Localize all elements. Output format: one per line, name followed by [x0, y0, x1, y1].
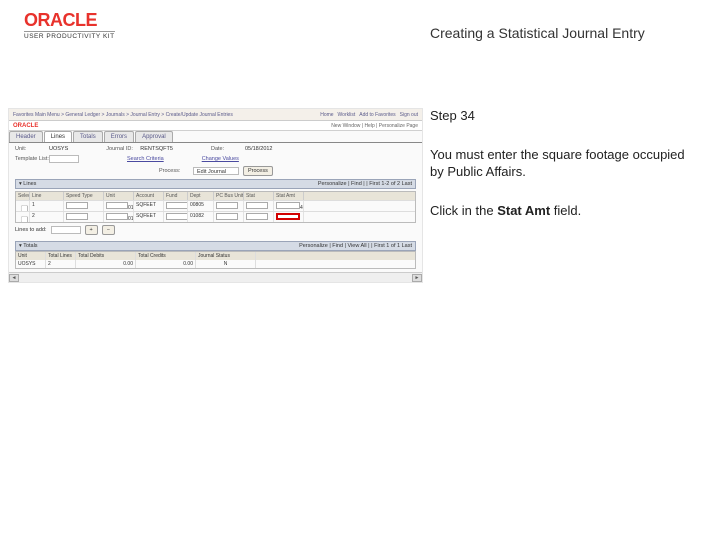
- cell-account: SQFEET: [134, 201, 164, 211]
- lines-title: ▾ Lines: [19, 181, 36, 187]
- tcol-status: Journal Status: [196, 252, 256, 260]
- pcbu-input[interactable]: [216, 202, 238, 209]
- template-input[interactable]: [49, 155, 79, 163]
- tab-bar: Header Lines Totals Errors Approval: [9, 131, 422, 143]
- t-debits: 0.00: [76, 260, 136, 268]
- row-checkbox[interactable]: [21, 216, 28, 222]
- grid-row: 2 01 SQFEET 01082: [16, 211, 415, 222]
- tab-header[interactable]: Header: [9, 131, 43, 142]
- lines-section-header: ▾ Lines Personalize | Find | | First 1-2…: [15, 179, 416, 189]
- col-unit: Unit: [104, 192, 134, 200]
- app-screenshot: Favorites Main Menu > General Ledger > J…: [8, 108, 423, 283]
- totals-pager[interactable]: Personalize | Find | View All | | First …: [299, 243, 412, 249]
- form-area: Unit: UOSYS Journal ID: RENTSQFT5 Date: …: [9, 143, 422, 283]
- template-label: Template List:: [15, 156, 45, 162]
- t-unit: UOSYS: [16, 260, 46, 268]
- search-criteria-link[interactable]: Search Criteria: [127, 156, 164, 162]
- page-title: Creating a Statistical Journal Entry: [430, 25, 645, 41]
- horizontal-scrollbar[interactable]: ◄ ►: [9, 272, 422, 282]
- t-status: N: [196, 260, 256, 268]
- tab-totals[interactable]: Totals: [73, 131, 103, 142]
- col-speedtype: Speed Type: [64, 192, 104, 200]
- breadcrumb: Favorites Main Menu > General Ledger > J…: [13, 112, 233, 118]
- lines-pager[interactable]: Personalize | Find | | First 1-2 of 2 La…: [318, 181, 412, 187]
- pcbu-input[interactable]: [216, 213, 238, 220]
- oracle-subtitle: USER PRODUCTIVITY KIT: [24, 31, 115, 40]
- cell-line: 2: [30, 212, 64, 222]
- cell-dept: 00805: [188, 201, 214, 211]
- instruction-panel: Step 34 You must enter the square footag…: [430, 108, 685, 220]
- tab-approval[interactable]: Approval: [135, 131, 173, 142]
- statamt-input-highlighted[interactable]: [276, 213, 300, 220]
- journal-label: Journal ID:: [106, 146, 136, 152]
- totals-grid: Unit Total Lines Total Debits Total Cred…: [15, 251, 416, 269]
- link-home[interactable]: Home: [320, 112, 333, 118]
- grid-row: 1 01 SQFEET 00805 4,400.00: [16, 200, 415, 211]
- change-values-link[interactable]: Change Values: [202, 156, 239, 162]
- oracle-bar: ORACLE New Window | Help | Personalize P…: [9, 121, 422, 131]
- instruction-action: Click in the Stat Amt field.: [430, 203, 685, 220]
- tab-lines[interactable]: Lines: [44, 131, 72, 142]
- row-checkbox[interactable]: [21, 205, 28, 211]
- stat-input[interactable]: [246, 202, 268, 209]
- col-pcbu: PC Bus Unit: [214, 192, 244, 200]
- totals-section-header: ▾ Totals Personalize | Find | View All |…: [15, 241, 416, 251]
- link-add-favorites[interactable]: Add to Favorites: [359, 112, 395, 118]
- cell-dept: 01082: [188, 212, 214, 222]
- col-select: Select: [16, 192, 30, 200]
- col-stat: Stat: [244, 192, 274, 200]
- unit-input[interactable]: [106, 202, 128, 209]
- speedtype-input[interactable]: [66, 213, 88, 220]
- instruction-text: You must enter the square footage occupi…: [430, 147, 685, 181]
- date-label: Date:: [211, 146, 241, 152]
- fund-input[interactable]: [166, 202, 188, 209]
- inner-oracle-logo: ORACLE: [13, 123, 38, 129]
- t-lines: 2: [46, 260, 76, 268]
- totals-title: ▾ Totals: [19, 243, 38, 249]
- col-statamt: Stat Amt: [274, 192, 304, 200]
- link-signout[interactable]: Sign out: [400, 112, 418, 118]
- process-label: Process:: [159, 168, 189, 174]
- oracle-wordmark: ORACLE: [24, 10, 115, 31]
- date-value: 05/18/2012: [245, 146, 273, 152]
- tcol-lines: Total Lines: [46, 252, 76, 260]
- scroll-right-icon[interactable]: ►: [412, 274, 422, 282]
- speedtype-input[interactable]: [66, 202, 88, 209]
- statamt-input[interactable]: [276, 202, 300, 209]
- t-credits: 0.00: [136, 260, 196, 268]
- brand-logo: ORACLE USER PRODUCTIVITY KIT: [24, 10, 115, 40]
- col-account: Account: [134, 192, 164, 200]
- scroll-left-icon[interactable]: ◄: [9, 274, 19, 282]
- step-number: Step 34: [430, 108, 685, 125]
- lines-to-add-label: Lines to add:: [15, 227, 47, 233]
- stat-input[interactable]: [246, 213, 268, 220]
- unit-label: Unit:: [15, 146, 45, 152]
- field-name-bold: Stat Amt: [497, 203, 550, 218]
- process-select[interactable]: Edit Journal: [193, 167, 239, 175]
- col-fund: Fund: [164, 192, 188, 200]
- unit-value: UOSYS: [49, 146, 68, 152]
- link-worklist[interactable]: Worklist: [338, 112, 356, 118]
- tcol-debits: Total Debits: [76, 252, 136, 260]
- tcol-unit: Unit: [16, 252, 46, 260]
- journal-value: RENTSQFT5: [140, 146, 173, 152]
- lines-to-add-input[interactable]: [51, 226, 81, 234]
- cell-account: SQFEET: [134, 212, 164, 222]
- remove-line-button[interactable]: −: [102, 225, 115, 235]
- unit-input[interactable]: [106, 213, 128, 220]
- cell-line: 1: [30, 201, 64, 211]
- tcol-credits: Total Credits: [136, 252, 196, 260]
- tab-errors[interactable]: Errors: [104, 131, 134, 142]
- lines-grid: Select Line Speed Type Unit Account Fund…: [15, 191, 416, 223]
- add-line-button[interactable]: +: [85, 225, 98, 235]
- fund-input[interactable]: [166, 213, 188, 220]
- oracle-bar-links[interactable]: New Window | Help | Personalize Page: [331, 123, 418, 129]
- breadcrumb-bar: Favorites Main Menu > General Ledger > J…: [9, 109, 422, 121]
- col-line: Line: [30, 192, 64, 200]
- process-button[interactable]: Process: [243, 166, 273, 176]
- col-dept: Dept: [188, 192, 214, 200]
